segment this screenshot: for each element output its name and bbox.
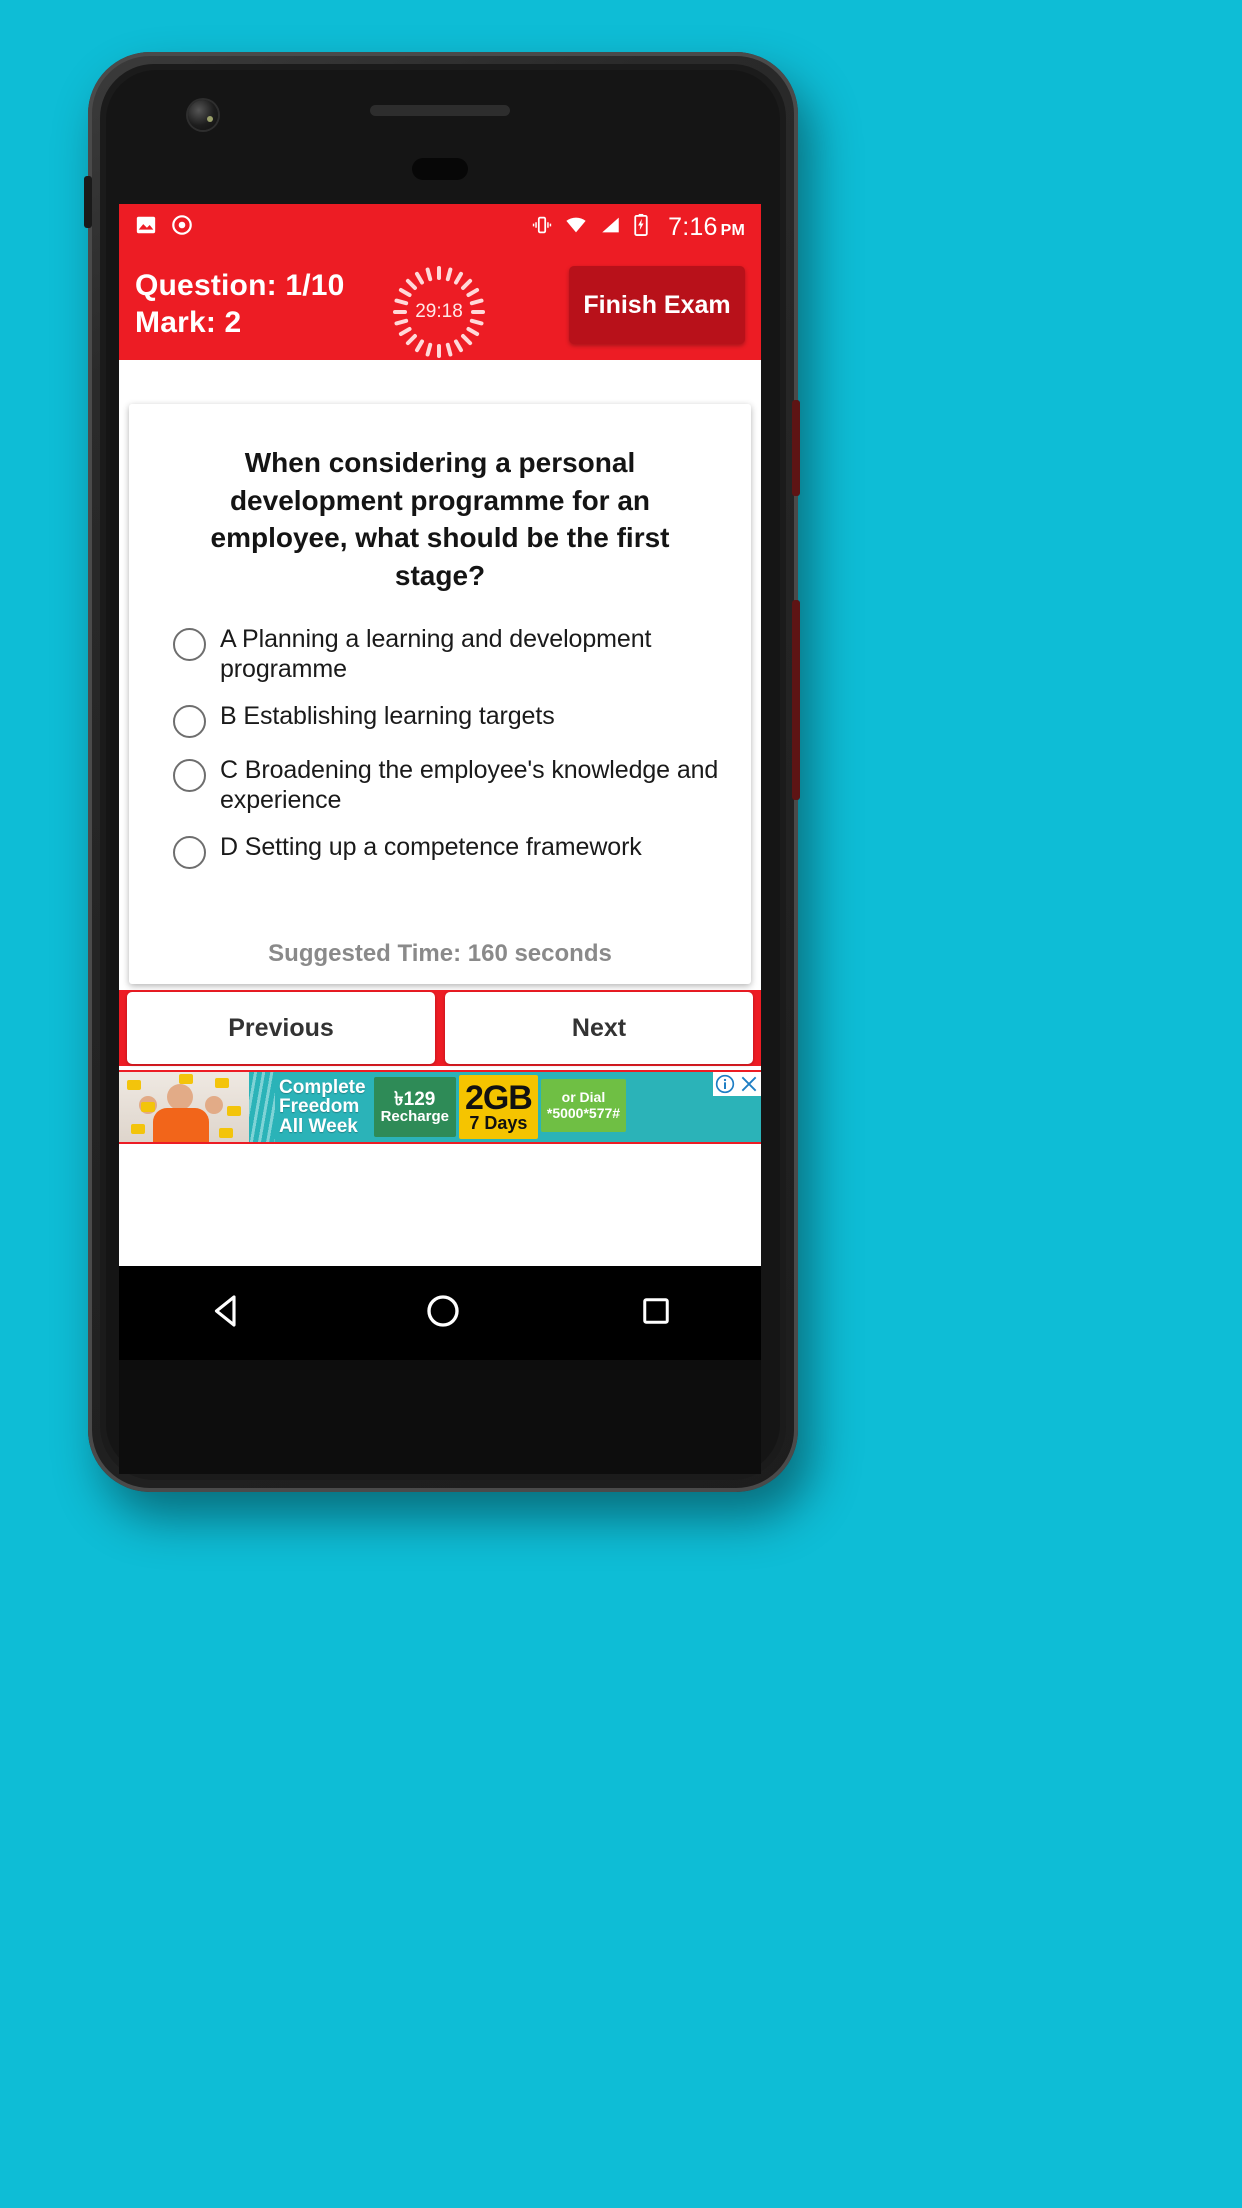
android-navigation-bar bbox=[119, 1266, 761, 1360]
radio-button-d[interactable] bbox=[173, 836, 206, 870]
vibrate-icon bbox=[531, 214, 553, 241]
phone-screen: 7:16 PM Question: 1/10 Mark: 2 29:18 Fin… bbox=[119, 204, 761, 1266]
finish-exam-button[interactable]: Finish Exam bbox=[569, 266, 745, 344]
exam-header: Question: 1/10 Mark: 2 29:18 Finish Exam bbox=[119, 250, 761, 360]
option-row-b[interactable]: B Establishing learning targets bbox=[159, 693, 721, 747]
radio-button-b[interactable] bbox=[173, 705, 206, 739]
ad-confetti bbox=[141, 1102, 155, 1112]
ad-data-validity: 7 Days bbox=[469, 1112, 528, 1133]
ad-stripes-decoration bbox=[249, 1072, 275, 1142]
earpiece bbox=[412, 158, 468, 180]
ad-confetti bbox=[127, 1080, 141, 1090]
ad-photo bbox=[119, 1072, 249, 1142]
battery-charging-icon bbox=[633, 213, 649, 241]
status-bar: 7:16 PM bbox=[119, 204, 761, 250]
status-bar-left-icons bbox=[135, 214, 193, 241]
ad-recharge-label: Recharge bbox=[380, 1108, 449, 1126]
ad-data-block: 2GB 7 Days bbox=[458, 1075, 538, 1139]
question-text: When considering a personal development … bbox=[210, 447, 670, 591]
countdown-timer: 29:18 bbox=[391, 264, 487, 360]
option-row-d[interactable]: D Setting up a competence framework bbox=[159, 824, 721, 878]
side-button-secondary[interactable] bbox=[792, 600, 800, 800]
ad-person-body bbox=[153, 1108, 209, 1142]
radio-button-c[interactable] bbox=[173, 759, 206, 793]
option-row-a[interactable]: A Planning a learning and development pr… bbox=[159, 616, 721, 693]
option-label-c: C Broadening the employee's knowledge an… bbox=[220, 756, 719, 814]
suggested-time-label: Suggested Time: 160 seconds bbox=[268, 940, 612, 967]
status-bar-clock: 7:16 PM bbox=[668, 212, 745, 241]
previous-button[interactable]: Previous bbox=[127, 992, 435, 1064]
ad-dial-label: or Dial bbox=[561, 1089, 606, 1106]
back-triangle-icon[interactable] bbox=[206, 1290, 248, 1337]
speaker-grille bbox=[370, 105, 510, 116]
volume-button[interactable] bbox=[84, 176, 92, 228]
ad-dial-block: or Dial *5000*577# bbox=[540, 1079, 627, 1132]
radio-button-a[interactable] bbox=[173, 628, 206, 662]
option-label-b: B Establishing learning targets bbox=[220, 702, 555, 731]
ad-headline-line1: Complete bbox=[279, 1076, 366, 1098]
wifi-icon bbox=[564, 214, 588, 241]
status-bar-meridiem: PM bbox=[720, 221, 745, 239]
info-icon[interactable] bbox=[713, 1072, 737, 1096]
mark-display: Mark: 2 bbox=[135, 306, 242, 339]
advertisement-banner[interactable]: Complete Freedom All Week ৳129 Recharge … bbox=[119, 1070, 761, 1144]
ad-person-head bbox=[167, 1084, 193, 1110]
option-label-a: A Planning a learning and development pr… bbox=[220, 625, 652, 683]
power-button[interactable] bbox=[792, 400, 800, 496]
option-label-d: D Setting up a competence framework bbox=[220, 833, 642, 862]
question-counter: Question: 1/10 bbox=[135, 269, 345, 303]
question-card: When considering a personal development … bbox=[129, 404, 751, 984]
record-icon bbox=[171, 214, 193, 241]
ad-headline-line3: All Week bbox=[279, 1115, 358, 1137]
ad-person-hand-right bbox=[205, 1096, 223, 1114]
question-navigation-bar: Previous Next bbox=[119, 990, 761, 1066]
ad-data-amount: 2GB bbox=[464, 1078, 533, 1117]
ad-dial-code: *5000*577# bbox=[546, 1104, 621, 1121]
option-row-c[interactable]: C Broadening the employee's knowledge an… bbox=[159, 747, 721, 824]
recents-square-icon[interactable] bbox=[638, 1293, 674, 1334]
exam-progress-info: Question: 1/10 Mark: 2 bbox=[135, 268, 345, 341]
ad-confetti bbox=[227, 1106, 241, 1116]
ad-confetti bbox=[131, 1124, 145, 1134]
signal-icon bbox=[599, 214, 622, 241]
home-circle-icon[interactable] bbox=[423, 1291, 463, 1336]
ad-headline: Complete Freedom All Week bbox=[275, 1072, 372, 1142]
status-bar-right-icons: 7:16 PM bbox=[531, 213, 745, 242]
image-icon bbox=[135, 214, 157, 241]
ad-recharge-block: ৳129 Recharge bbox=[373, 1077, 456, 1137]
ad-recharge-price: ৳129 bbox=[394, 1088, 436, 1110]
timer-value: 29:18 bbox=[415, 301, 463, 322]
ad-headline-line2: Freedom bbox=[279, 1096, 360, 1118]
ad-confetti bbox=[219, 1128, 233, 1138]
ad-confetti bbox=[215, 1078, 229, 1088]
front-camera-icon bbox=[188, 100, 218, 130]
next-button[interactable]: Next bbox=[445, 992, 753, 1064]
ad-confetti bbox=[179, 1074, 193, 1084]
phone-chin bbox=[119, 1360, 761, 1474]
ad-corner-controls bbox=[713, 1072, 761, 1096]
close-icon[interactable] bbox=[737, 1072, 761, 1096]
